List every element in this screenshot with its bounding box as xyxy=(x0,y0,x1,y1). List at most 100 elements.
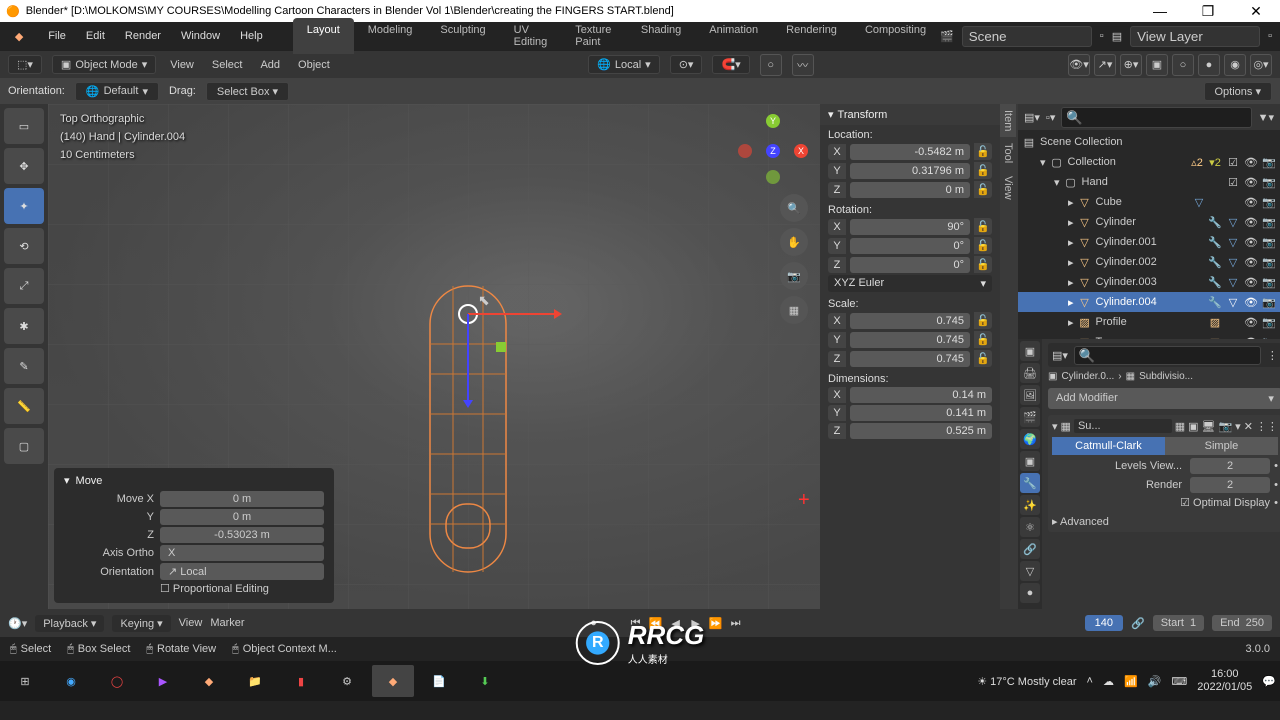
shading-wire-icon[interactable]: ○ xyxy=(1172,54,1194,76)
pivot-selector[interactable]: ⊙▾ xyxy=(670,55,703,74)
taskbar-opera[interactable]: ◯ xyxy=(96,665,138,697)
ptab-render[interactable]: ▣ xyxy=(1020,341,1040,361)
scene-browse-icon[interactable]: ▫ xyxy=(1100,30,1104,42)
keying-menu[interactable]: Keying ▾ xyxy=(112,615,170,632)
shading-solid-icon[interactable]: ● xyxy=(1198,54,1220,76)
camera-icon[interactable]: 📷 xyxy=(780,262,808,290)
overlay-icon[interactable]: ⊕▾ xyxy=(1120,54,1142,76)
perspective-icon[interactable]: ▦ xyxy=(780,296,808,324)
pan-icon[interactable]: ✋ xyxy=(780,228,808,256)
scene-name-input[interactable] xyxy=(962,26,1092,47)
mod-close-icon[interactable]: ✕ xyxy=(1244,420,1253,433)
tool-annotate[interactable]: ✎ xyxy=(4,348,44,384)
operator-header[interactable]: ▾ Move xyxy=(64,474,324,487)
snap-toggle[interactable]: 🧲▾ xyxy=(712,55,749,74)
timeline-editor-icon[interactable]: 🕐▾ xyxy=(8,617,27,630)
loc-z[interactable]: 0 m xyxy=(850,182,970,198)
npanel-tab-view[interactable]: View xyxy=(1000,170,1016,206)
outliner-display-icon[interactable]: ▫▾ xyxy=(1046,111,1055,124)
curve-icon[interactable]: 〰 xyxy=(792,54,814,76)
viewlayer-new-icon[interactable]: ▫ xyxy=(1268,30,1272,42)
taskbar-settings[interactable]: ⚙ xyxy=(326,665,368,697)
ptab-world[interactable]: 🌍 xyxy=(1020,429,1040,449)
menu-window[interactable]: Window xyxy=(171,30,230,42)
tool-select-box[interactable]: ▭ xyxy=(4,108,44,144)
oper-orientation[interactable]: ↗ Local xyxy=(160,563,324,580)
levels-viewport[interactable]: 2 xyxy=(1190,458,1270,474)
current-frame[interactable]: 140 xyxy=(1085,615,1123,631)
tool-addcube[interactable]: ▢ xyxy=(4,428,44,464)
subsurf-simple[interactable]: Simple xyxy=(1165,437,1278,455)
options-button[interactable]: Options ▾ xyxy=(1204,82,1273,101)
subsurf-catmull[interactable]: Catmull-Clark xyxy=(1052,437,1165,455)
ptab-material[interactable]: ● xyxy=(1020,583,1040,603)
timeline-view[interactable]: View xyxy=(179,617,203,629)
minimize-button[interactable]: — xyxy=(1142,3,1178,20)
mod-name[interactable]: Su... xyxy=(1074,419,1172,433)
taskbar-download[interactable]: ⬇ xyxy=(464,665,506,697)
header-object[interactable]: Object xyxy=(294,59,334,71)
dim-y[interactable]: 0.141 m xyxy=(850,405,992,421)
ptab-output[interactable]: 🖨 xyxy=(1020,363,1040,383)
end-frame[interactable]: 250 xyxy=(1246,617,1264,629)
props-editor-icon[interactable]: ▤▾ xyxy=(1052,349,1068,362)
tray-wifi-icon[interactable]: 📶 xyxy=(1124,675,1138,688)
rot-x[interactable]: 90° xyxy=(850,219,970,235)
mod-display-cage-icon[interactable]: ▣ xyxy=(1188,420,1198,433)
tool-move[interactable]: ✦ xyxy=(4,188,44,224)
taskbar-explorer[interactable]: 📁 xyxy=(234,665,276,697)
tray-date[interactable]: 2022/01/05 xyxy=(1197,681,1252,693)
start-frame[interactable]: 1 xyxy=(1190,617,1196,629)
scale-x[interactable]: 0.745 xyxy=(850,313,970,329)
ptab-object[interactable]: ▣ xyxy=(1020,451,1040,471)
dim-z[interactable]: 0.525 m xyxy=(850,423,992,439)
advanced-toggle[interactable]: ▸ Advanced xyxy=(1052,515,1109,528)
lock-loc-y-icon[interactable]: 🔓 xyxy=(974,162,992,179)
outliner-filter-icon[interactable]: ▼▾ xyxy=(1258,111,1274,124)
shading-render-icon[interactable]: ◎▾ xyxy=(1250,54,1272,76)
lock-rot-y-icon[interactable]: 🔓 xyxy=(974,237,992,254)
tab-compositing[interactable]: Compositing xyxy=(851,18,940,54)
menu-render[interactable]: Render xyxy=(115,30,171,42)
scale-z[interactable]: 0.745 xyxy=(850,351,970,367)
camera-icon[interactable]: 📷 xyxy=(1262,156,1276,169)
npanel-tab-item[interactable]: Item xyxy=(1000,104,1016,137)
ptab-physics[interactable]: ⚛ xyxy=(1020,517,1040,537)
tray-onedrive-icon[interactable]: ☁ xyxy=(1103,675,1114,688)
keyframe-next-icon[interactable]: ⏩ xyxy=(707,617,725,630)
maximize-button[interactable]: ❐ xyxy=(1190,3,1226,20)
taskbar-edge[interactable]: ◉ xyxy=(50,665,92,697)
crumb-obj-icon[interactable]: ▣ xyxy=(1048,371,1057,382)
eye-icon[interactable]: 👁 xyxy=(1244,156,1258,169)
collection-icon[interactable]: ▤ xyxy=(1022,136,1036,149)
oper-move-z[interactable]: -0.53023 m xyxy=(160,527,324,543)
dim-x[interactable]: 0.14 m xyxy=(850,387,992,403)
tab-texture-paint[interactable]: Texture Paint xyxy=(561,18,627,54)
lock-rot-x-icon[interactable]: 🔓 xyxy=(974,218,992,235)
tray-lang-icon[interactable]: ⌨ xyxy=(1171,675,1187,688)
add-modifier-button[interactable]: Add Modifier▾ xyxy=(1048,388,1280,409)
gizmo-x[interactable]: X xyxy=(794,144,808,158)
app-icon[interactable]: ◆ xyxy=(6,22,32,50)
tab-layout[interactable]: Layout xyxy=(293,18,354,54)
gizmo-neg-x[interactable] xyxy=(738,144,752,158)
header-select[interactable]: Select xyxy=(208,59,247,71)
mod-dropdown-icon[interactable]: ▾ xyxy=(1235,420,1241,433)
rot-z[interactable]: 0° xyxy=(850,257,970,273)
tray-chevron-icon[interactable]: ˄ xyxy=(1087,675,1093,687)
ptab-data[interactable]: ▽ xyxy=(1020,561,1040,581)
mod-display-render-icon[interactable]: 📷 xyxy=(1218,420,1232,433)
scale-y[interactable]: 0.745 xyxy=(850,332,970,348)
rot-y[interactable]: 0° xyxy=(850,238,970,254)
tab-rendering[interactable]: Rendering xyxy=(772,18,851,54)
lock-scl-y-icon[interactable]: 🔓 xyxy=(974,331,992,348)
tool-cursor[interactable]: ✥ xyxy=(4,148,44,184)
header-view[interactable]: View xyxy=(166,59,198,71)
outliner-search[interactable] xyxy=(1061,107,1251,128)
menu-help[interactable]: Help xyxy=(230,30,273,42)
gizmo-z[interactable]: Z xyxy=(766,144,780,158)
npanel-tab-tool[interactable]: Tool xyxy=(1000,137,1016,169)
header-add[interactable]: Add xyxy=(256,59,284,71)
taskbar-media[interactable]: ▶ xyxy=(142,665,184,697)
tab-animation[interactable]: Animation xyxy=(695,18,772,54)
